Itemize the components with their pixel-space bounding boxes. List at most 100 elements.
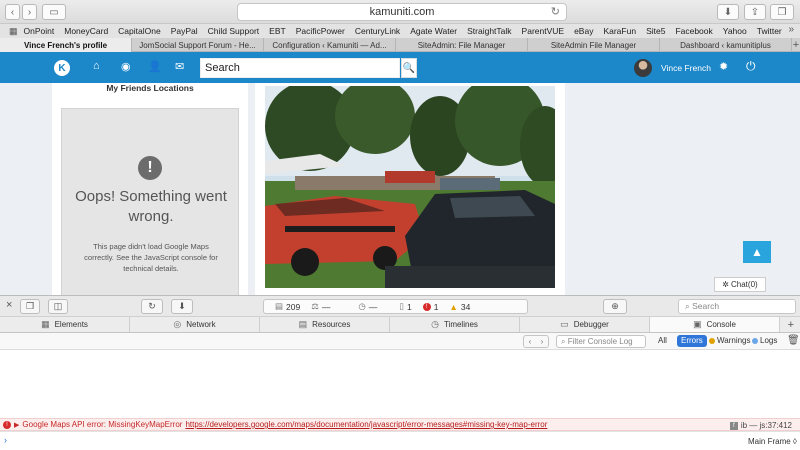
browser-tab[interactable]: Dashboard ‹ kamunitiplus [660, 38, 792, 52]
warning-dot-icon [709, 337, 715, 344]
tab-overview-button[interactable]: ❐ [770, 4, 794, 20]
globe-icon[interactable]: ◉ [121, 60, 131, 73]
bookmark-item[interactable]: EBT [269, 26, 286, 36]
bookmark-item[interactable]: Agate Water [410, 26, 457, 36]
browser-tab[interactable]: Vince French's profile [0, 38, 132, 52]
split-button[interactable]: ◫ [48, 299, 68, 314]
home-icon[interactable]: ⌂ [93, 60, 100, 72]
add-tab-button[interactable]: + [780, 317, 800, 332]
file-icon: f [729, 421, 738, 430]
filter-warnings[interactable]: Warnings [709, 336, 751, 345]
user-icon[interactable]: 👤 [148, 60, 162, 73]
bookmark-item[interactable]: Twitter [757, 26, 782, 36]
filter-console-input[interactable]: ⌕ Filter Console Log [556, 335, 646, 348]
bookmark-item[interactable]: StraightTalk [467, 26, 511, 36]
scroll-to-top-button[interactable]: ▲ [743, 241, 771, 263]
tab-label: Network [186, 320, 216, 329]
browser-tab[interactable]: Configuration ‹ Kamuniti — Ad... [264, 38, 396, 52]
filter-icon: ⌕ [561, 337, 568, 346]
close-icon[interactable]: × [6, 299, 12, 311]
share-button[interactable]: ⇪ [744, 4, 766, 20]
inspector-tabs: ▦ Elements ◎ Network ▤ Resources ◷ Timelines ▭ De… [0, 317, 800, 333]
chevron-right-icon[interactable]: » [788, 24, 794, 35]
dock-button[interactable]: ❐ [20, 299, 40, 314]
console-prompt[interactable]: › Main Frame ◊ [0, 431, 800, 450]
reload-button[interactable]: ↻ [141, 299, 163, 314]
search-button[interactable]: 🔍 [401, 58, 417, 78]
history-nav[interactable]: ‹ › [523, 335, 549, 348]
tab-debugger[interactable]: ▭ Debugger [520, 317, 650, 332]
elements-icon: ▦ [41, 319, 50, 329]
bookmark-item[interactable]: Site5 [646, 26, 665, 36]
bookmark-item[interactable]: PayPal [171, 26, 198, 36]
network-icon: ◎ [173, 319, 182, 329]
downloads-button[interactable]: ⬇ [717, 4, 739, 20]
errors-stat: ! 1 [422, 302, 438, 312]
bookmark-item[interactable]: MoneyCard [64, 26, 108, 36]
chat-button[interactable]: ✲ Chat(0) [714, 277, 766, 292]
browser-tab[interactable]: JomSocial Support Forum - He... [132, 38, 264, 52]
tab-console[interactable]: ▣ Console [650, 317, 780, 332]
power-icon[interactable]: ⏻ [746, 59, 756, 74]
back-button[interactable]: ‹ [5, 4, 20, 20]
bookmark-item[interactable]: Child Support [208, 26, 260, 36]
bookmark-item[interactable]: Yahoo [723, 26, 747, 36]
weight-icon: ⚖ [311, 301, 319, 311]
new-tab-button[interactable]: + [792, 38, 800, 51]
console-error-row[interactable]: ! ▶ Google Maps API error: MissingKeyMap… [0, 418, 800, 431]
alert-icon: ! [138, 156, 162, 180]
bookmark-item[interactable]: eBay [574, 26, 593, 36]
inspect-element-button[interactable]: ⊕ [603, 299, 627, 314]
frame-selector[interactable]: Main Frame ◊ [748, 437, 797, 446]
warnings-stat: ▲ 34 [449, 301, 471, 312]
bookmark-item[interactable]: CenturyLink [355, 26, 400, 36]
chevron-up-icon: ▲ [751, 245, 763, 259]
share-icon: ⇪ [750, 6, 760, 18]
error-url-link[interactable]: https://developers.google.com/maps/docum… [185, 420, 547, 429]
trash-icon[interactable]: 🗑 [787, 335, 800, 346]
mail-icon[interactable]: ✉ [175, 60, 184, 73]
bookmark-item[interactable]: PacificPower [296, 26, 345, 36]
tab-timelines[interactable]: ◷ Timelines [390, 317, 520, 332]
inspector-search-input[interactable]: ⌕ Search [678, 299, 796, 314]
bookmark-item[interactable]: Facebook [675, 26, 712, 36]
forward-button[interactable]: › [22, 4, 37, 20]
reload-icon[interactable]: ↻ [551, 5, 560, 18]
chevron-right-icon[interactable]: › [536, 336, 548, 347]
filter-errors[interactable]: Errors [677, 335, 707, 347]
search-input[interactable]: Search [200, 58, 400, 78]
bookmark-item[interactable]: KaraFun [603, 26, 636, 36]
log-icon: ▯ [399, 301, 404, 311]
avatar[interactable] [634, 59, 652, 77]
chevron-left-icon: ‹ [10, 6, 15, 18]
grid-icon[interactable]: ▦ [9, 26, 18, 37]
username[interactable]: Vince French [661, 63, 711, 73]
tab-resources[interactable]: ▤ Resources [260, 317, 390, 332]
download-archive-button[interactable]: ⬇ [171, 299, 193, 314]
tab-label: Elements [54, 320, 88, 329]
gear-icon[interactable]: ✹ [719, 60, 728, 73]
sidebar-toggle-button[interactable]: ▭ [42, 4, 66, 20]
page-stats[interactable]: ▤ 209 ⚖ — ◷ — ▯ 1 ! 1 ▲ 34 [263, 299, 528, 314]
filter-all[interactable]: All [658, 336, 667, 345]
console-output [0, 350, 800, 418]
address-bar[interactable]: kamuniti.com ↻ [237, 3, 567, 21]
disclosure-triangle-icon[interactable]: ▶ [14, 421, 19, 429]
gear-icon: ✲ [722, 280, 729, 289]
bookmark-item[interactable]: ParentVUE [522, 26, 565, 36]
size-stat: ⚖ — [311, 301, 331, 312]
page-content: My Friends Locations ! Oops! Something w… [0, 83, 800, 295]
site-logo[interactable]: K [54, 60, 70, 76]
car-show-photo[interactable] [265, 86, 555, 288]
bookmark-item[interactable]: OnPoint [24, 26, 55, 36]
chevron-left-icon[interactable]: ‹ [524, 336, 536, 347]
filter-logs[interactable]: Logs [752, 336, 777, 345]
map-error-panel: ! Oops! Something went wrong. This page … [61, 108, 239, 295]
tab-network[interactable]: ◎ Network [130, 317, 260, 332]
download-icon: ⬇ [723, 6, 733, 18]
browser-tab[interactable]: SiteAdmin File Manager [528, 38, 660, 52]
browser-tab[interactable]: SiteAdmin: File Manager [396, 38, 528, 52]
bookmark-item[interactable]: CapitalOne [118, 26, 161, 36]
inspector-toolbar: × ❐ ◫ ↻ ⬇ ▤ 209 ⚖ — ◷ — ▯ 1 ! 1 ▲ 34 ⊕ ⌕ Searc… [0, 295, 800, 317]
tab-elements[interactable]: ▦ Elements [0, 317, 130, 332]
